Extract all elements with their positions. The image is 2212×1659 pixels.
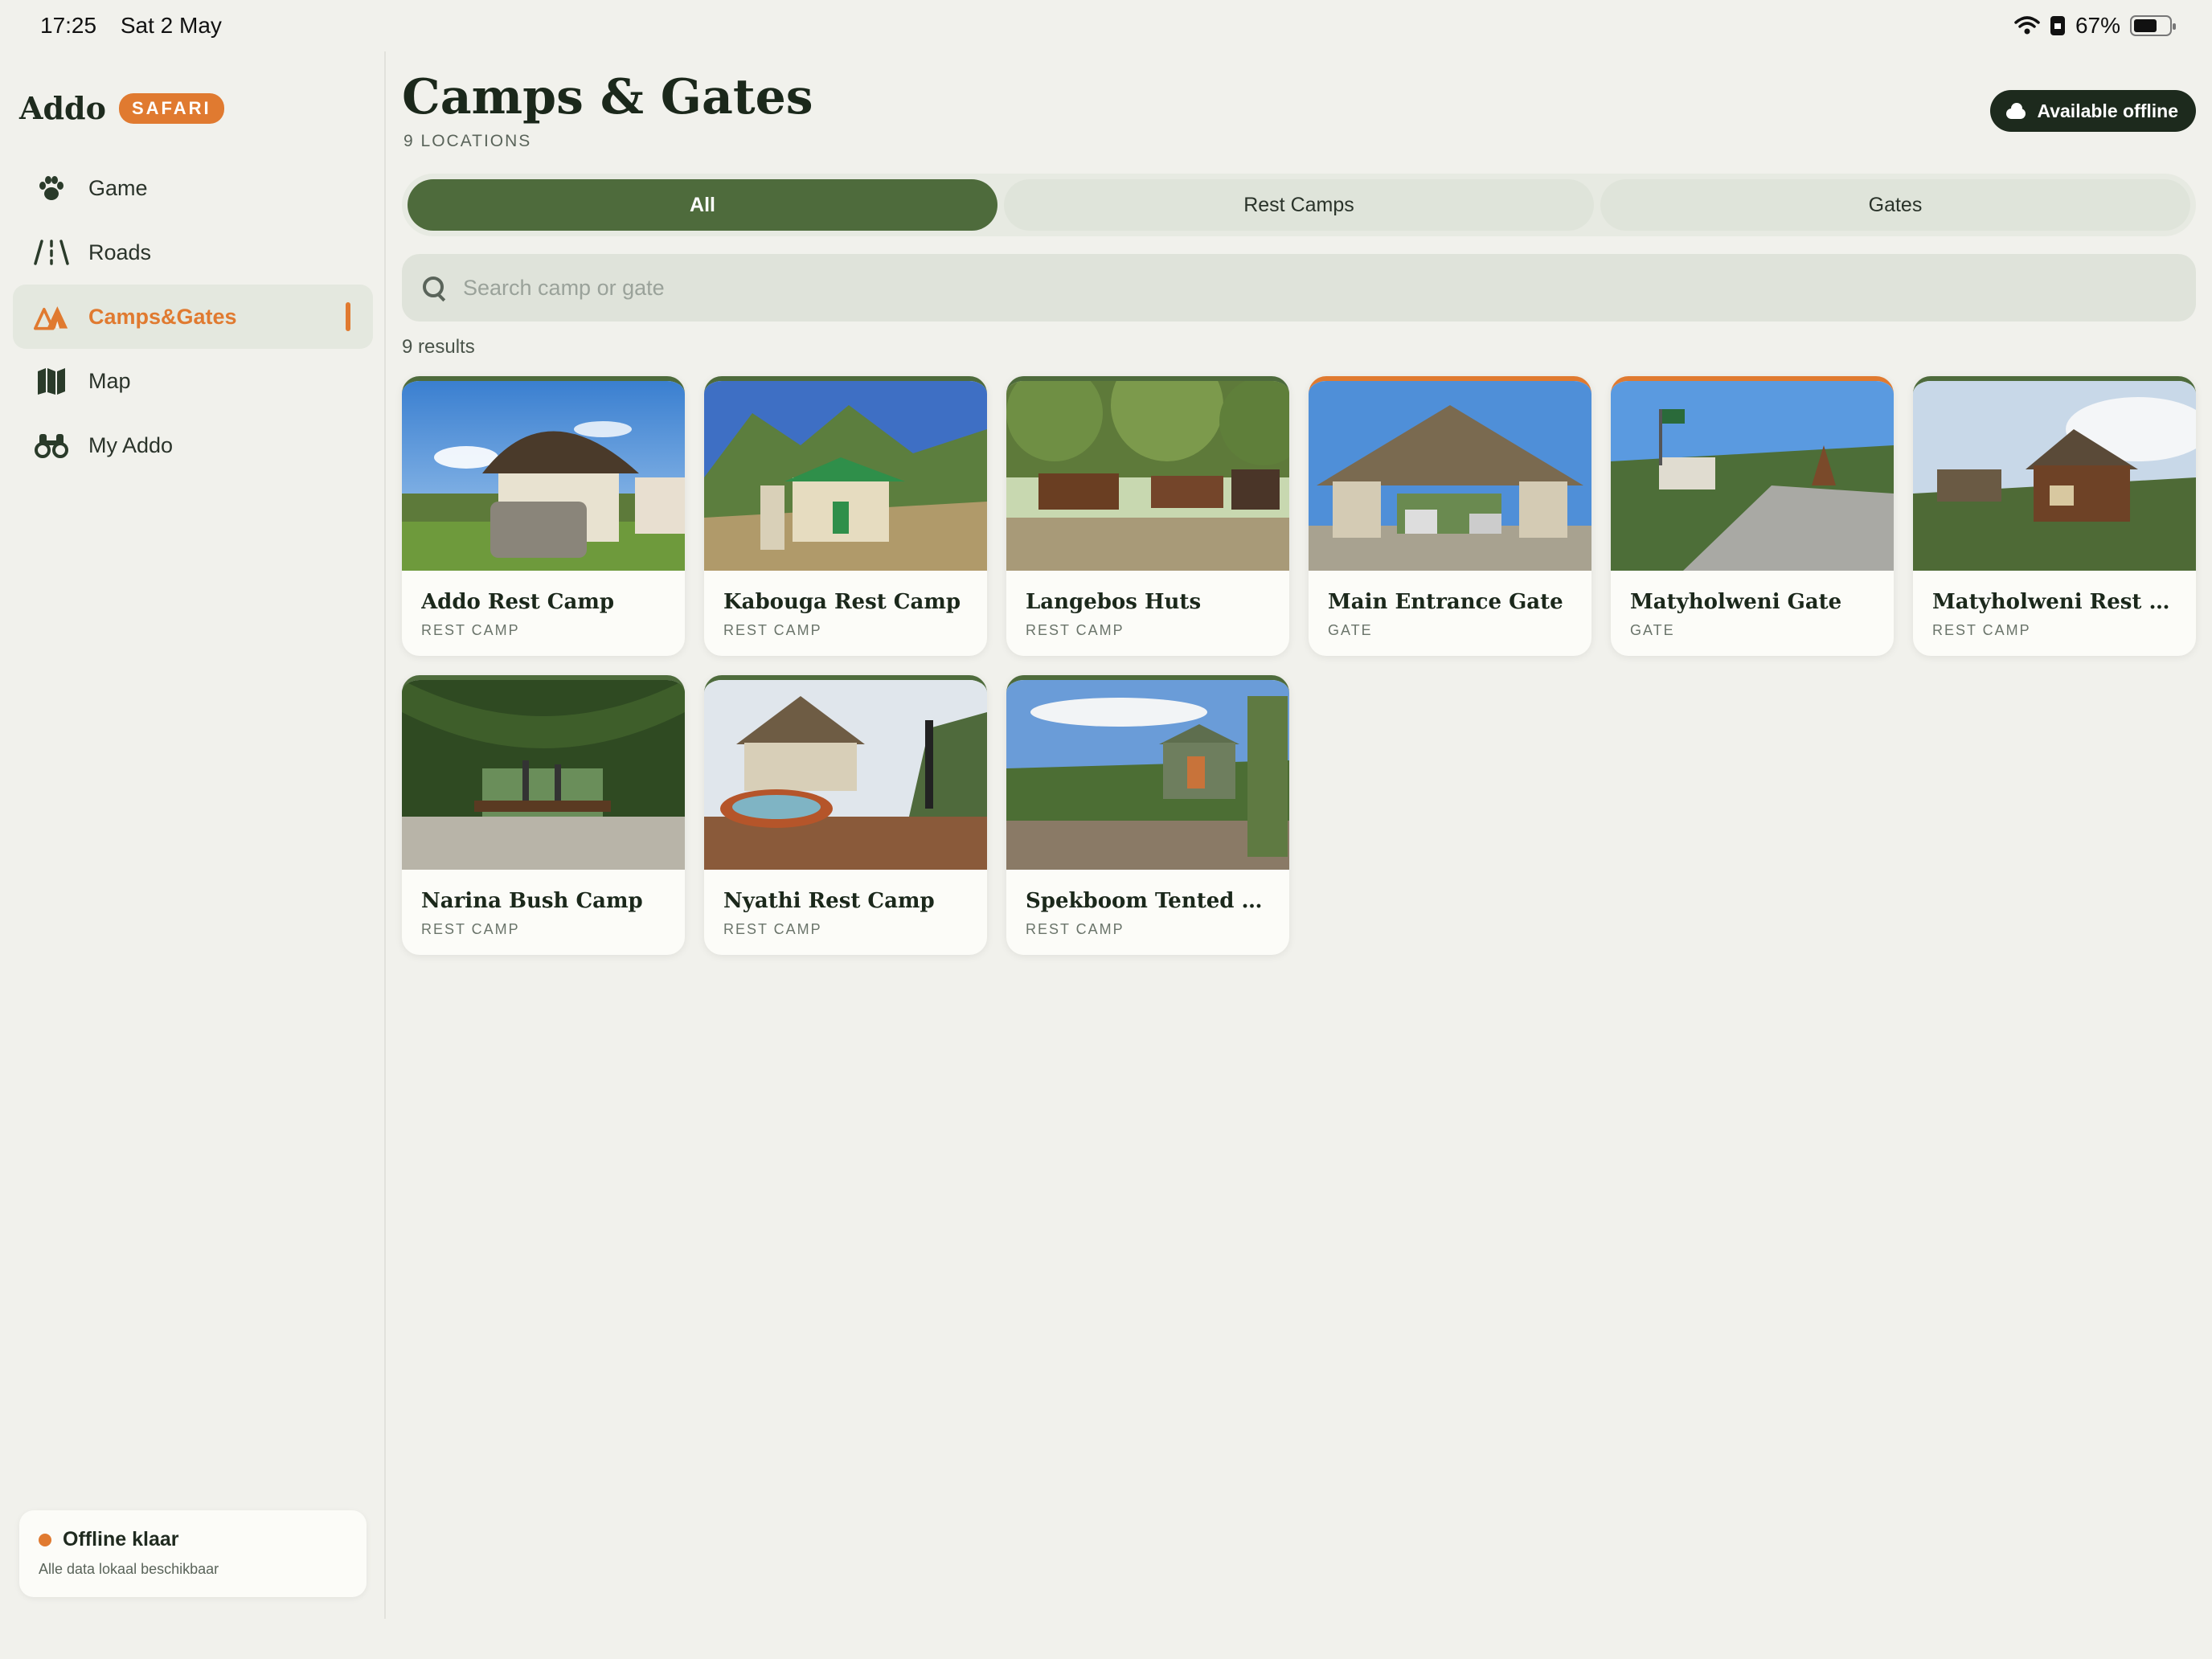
filter-tabs: All Rest Camps Gates (402, 174, 2196, 236)
status-date: Sat 2 May (120, 13, 222, 38)
road-icon (34, 235, 69, 270)
status-bar: 17:25 Sat 2 May 67% (0, 0, 2212, 51)
tab-all[interactable]: All (408, 179, 997, 231)
sidebar: Addo SAFARI Game Roads Camps&Gates Map M… (0, 51, 386, 1619)
page-title: Camps & Gates (402, 69, 813, 125)
gate-photo (1611, 381, 1894, 571)
battery-icon (2130, 15, 2176, 36)
camp-photo (402, 381, 685, 571)
sidebar-item-camps-gates[interactable]: Camps&Gates (13, 285, 373, 349)
location-card[interactable]: Matyholweni Gate GATE (1611, 376, 1894, 656)
sidebar-item-map[interactable]: Map (13, 349, 373, 413)
card-type: REST CAMP (421, 622, 520, 638)
card-type: REST CAMP (1932, 622, 2031, 638)
gate-photo (1309, 381, 1591, 571)
paw-icon (34, 170, 69, 206)
card-type: GATE (1328, 622, 1373, 638)
sidebar-item-my-addo[interactable]: My Addo (13, 413, 373, 477)
active-indicator (346, 302, 350, 331)
cloud-icon (2005, 103, 2027, 119)
sidebar-item-roads[interactable]: Roads (13, 220, 373, 285)
sidebar-item-game[interactable]: Game (13, 156, 373, 220)
tent-icon (34, 299, 69, 334)
battery-percent: 67% (2075, 13, 2120, 38)
sidebar-item-label: Camps&Gates (88, 304, 237, 329)
binoculars-icon (34, 428, 69, 463)
map-icon (34, 363, 69, 399)
location-card[interactable]: Main Entrance Gate GATE (1309, 376, 1591, 656)
location-card[interactable]: Nyathi Rest Camp REST CAMP (704, 675, 987, 955)
card-name: Addo Rest Camp (421, 590, 615, 614)
brand: Addo SAFARI (19, 90, 224, 126)
sidebar-item-label: Map (88, 368, 131, 393)
location-card[interactable]: Addo Rest Camp REST CAMP (402, 376, 685, 656)
offline-title: Offline klaar (63, 1528, 179, 1550)
card-name: Matyholweni Rest Ca... (1932, 590, 2181, 614)
search-icon (421, 275, 447, 301)
brand-badge: SAFARI (118, 92, 224, 124)
location-card[interactable]: Langebos Huts REST CAMP (1006, 376, 1289, 656)
search-bar (402, 254, 2196, 322)
sidebar-nav: Game Roads Camps&Gates Map My Addo (13, 156, 373, 477)
card-name: Main Entrance Gate (1328, 590, 1563, 614)
page-subtitle: 9 LOCATIONS (403, 132, 532, 150)
camp-photo (704, 381, 987, 571)
offline-subtitle: Alle data lokaal beschikbaar (39, 1561, 219, 1577)
camp-photo (1006, 381, 1289, 571)
camp-photo (1006, 680, 1289, 870)
card-type: REST CAMP (421, 921, 520, 937)
location-card[interactable]: Spekboom Tented Res... REST CAMP (1006, 675, 1289, 955)
lock-rotation-icon (2050, 16, 2065, 35)
status-time: 17:25 (40, 13, 97, 38)
tab-gates[interactable]: Gates (1600, 179, 2190, 231)
camp-photo (1913, 381, 2196, 571)
card-name: Spekboom Tented Res... (1026, 889, 1275, 913)
card-name: Narina Bush Camp (421, 889, 643, 913)
card-type: REST CAMP (723, 622, 822, 638)
card-type: GATE (1630, 622, 1675, 638)
available-offline-button[interactable]: Available offline (1990, 90, 2196, 132)
wifi-icon (2014, 16, 2040, 35)
location-grid: Addo Rest Camp REST CAMP Kabouga Rest Ca… (402, 376, 2202, 955)
card-type: REST CAMP (723, 921, 822, 937)
card-name: Kabouga Rest Camp (723, 590, 961, 614)
status-dot (39, 1533, 51, 1546)
available-offline-label: Available offline (2037, 100, 2178, 121)
brand-name: Addo (19, 90, 106, 126)
sidebar-item-label: Game (88, 175, 148, 200)
card-type: REST CAMP (1026, 921, 1124, 937)
camp-photo (402, 680, 685, 870)
location-card[interactable]: Matyholweni Rest Ca... REST CAMP (1913, 376, 2196, 656)
location-card[interactable]: Narina Bush Camp REST CAMP (402, 675, 685, 955)
card-name: Nyathi Rest Camp (723, 889, 935, 913)
tab-rest-camps[interactable]: Rest Camps (1004, 179, 1594, 231)
location-card[interactable]: Kabouga Rest Camp REST CAMP (704, 376, 987, 656)
results-count: 9 results (402, 336, 475, 358)
sidebar-item-label: My Addo (88, 432, 174, 457)
search-input[interactable] (463, 275, 2151, 301)
card-name: Langebos Huts (1026, 590, 1202, 614)
sidebar-item-label: Roads (88, 240, 152, 264)
card-name: Matyholweni Gate (1630, 590, 1842, 614)
offline-status-card: Offline klaar Alle data lokaal beschikba… (19, 1510, 367, 1597)
card-type: REST CAMP (1026, 622, 1124, 638)
camp-photo (704, 680, 987, 870)
